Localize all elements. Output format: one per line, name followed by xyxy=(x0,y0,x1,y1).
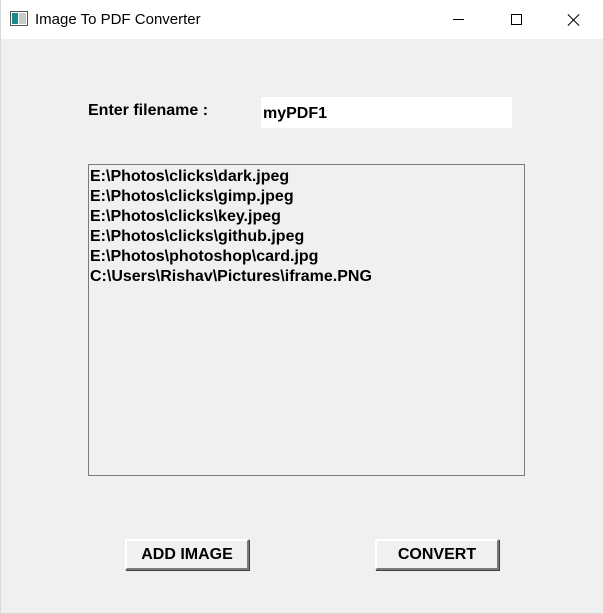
maximize-button[interactable] xyxy=(487,0,545,39)
list-item[interactable]: E:\Photos\clicks\github.jpeg xyxy=(90,227,524,247)
minimize-icon xyxy=(452,19,464,20)
add-image-button[interactable]: ADD IMAGE xyxy=(125,539,249,570)
list-item[interactable]: E:\Photos\photoshop\card.jpg xyxy=(90,247,524,267)
filename-input[interactable] xyxy=(261,97,512,128)
close-icon xyxy=(567,13,581,27)
maximize-icon xyxy=(510,14,522,25)
list-item[interactable]: E:\Photos\clicks\gimp.jpeg xyxy=(90,187,524,207)
list-item[interactable]: E:\Photos\clicks\dark.jpeg xyxy=(90,167,524,187)
app-window: Image To PDF Converter Enter filename : … xyxy=(0,0,604,614)
close-button[interactable] xyxy=(545,0,603,39)
title-bar[interactable]: Image To PDF Converter xyxy=(1,0,603,39)
convert-button[interactable]: CONVERT xyxy=(375,539,499,570)
list-item[interactable]: C:\Users\Rishav\Pictures\iframe.PNG xyxy=(90,267,524,287)
window-title: Image To PDF Converter xyxy=(35,11,201,28)
list-item[interactable]: E:\Photos\clicks\key.jpeg xyxy=(90,207,524,227)
app-window-icon xyxy=(10,11,28,26)
image-file-list[interactable]: E:\Photos\clicks\dark.jpeg E:\Photos\cli… xyxy=(88,164,525,476)
minimize-button[interactable] xyxy=(429,0,487,39)
filename-label: Enter filename : xyxy=(88,102,209,119)
